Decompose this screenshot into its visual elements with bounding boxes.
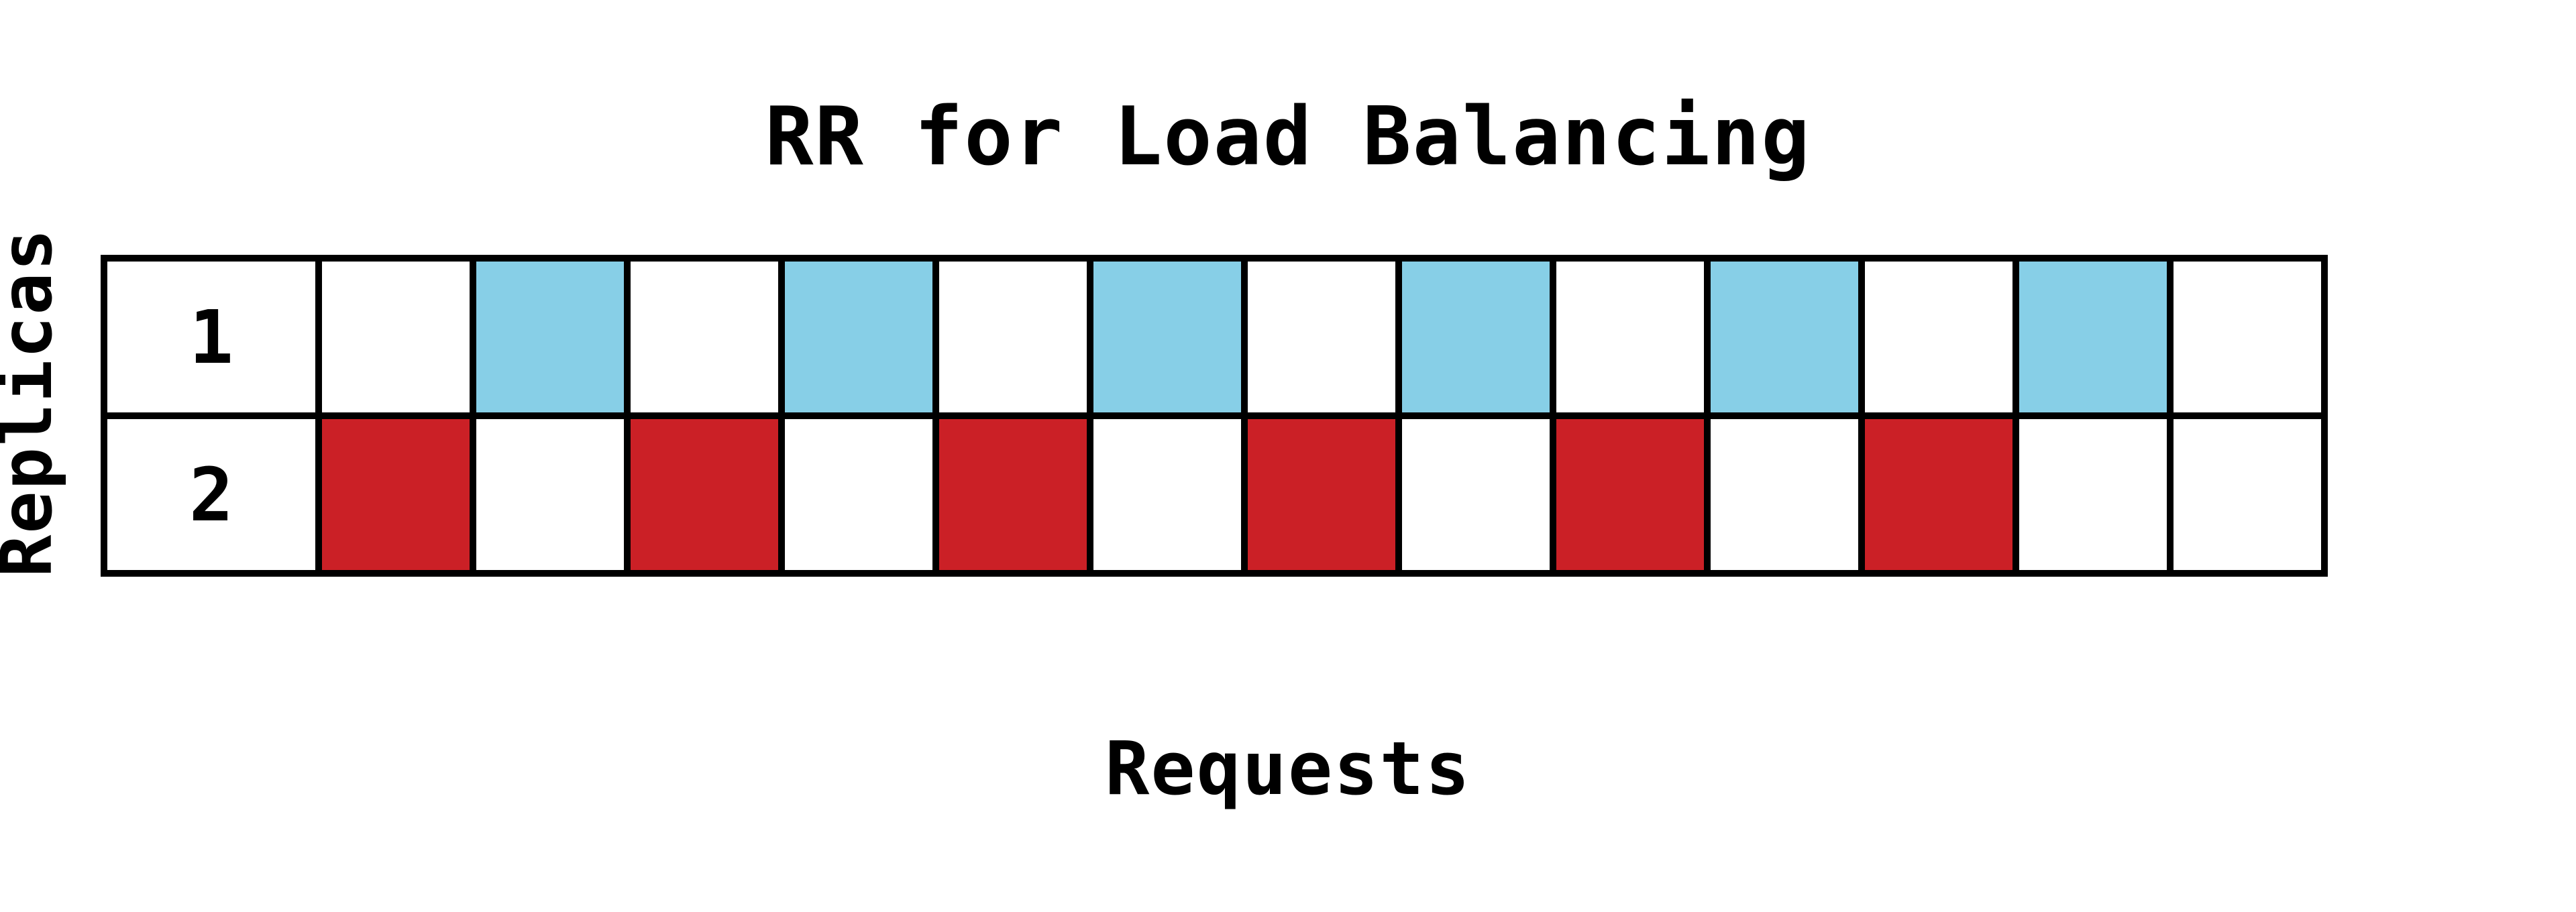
cell-r1-c9: [1553, 258, 1707, 416]
schedule-grid: 1 2: [101, 255, 2328, 577]
cell-r2-c3: [627, 416, 782, 573]
row-label-2: 2: [104, 416, 319, 573]
cell-r2-c10: [1707, 416, 1862, 573]
cell-r1-c5: [936, 258, 1090, 416]
cell-r1-c6: [1090, 258, 1244, 416]
cell-r2-c11: [1862, 416, 2016, 573]
cell-r2-c4: [782, 416, 936, 573]
x-axis-label: Requests: [1105, 726, 1471, 811]
diagram: RR for Load Balancing Requests Replicas …: [0, 0, 2576, 912]
cell-r1-c1: [319, 258, 473, 416]
cell-r1-c4: [782, 258, 936, 416]
cell-r2-c8: [1399, 416, 1553, 573]
cell-r2-c7: [1244, 416, 1399, 573]
row-label-1: 1: [104, 258, 319, 416]
y-axis-label: Replicas: [0, 227, 68, 577]
cell-r1-c7: [1244, 258, 1399, 416]
cell-r1-c12: [2016, 258, 2170, 416]
cell-r2-c12: [2016, 416, 2170, 573]
cell-r2-c1: [319, 416, 473, 573]
cell-r1-c8: [1399, 258, 1553, 416]
replica-row-1: 1: [104, 258, 2324, 416]
cell-r2-c13: [2170, 416, 2324, 573]
cell-r2-c6: [1090, 416, 1244, 573]
cell-r2-c9: [1553, 416, 1707, 573]
chart-title: RR for Load Balancing: [765, 91, 1811, 184]
cell-r1-c10: [1707, 258, 1862, 416]
cell-r1-c13: [2170, 258, 2324, 416]
replica-row-2: 2: [104, 416, 2324, 573]
cell-r1-c3: [627, 258, 782, 416]
cell-r2-c5: [936, 416, 1090, 573]
cell-r2-c2: [473, 416, 627, 573]
cell-r1-c2: [473, 258, 627, 416]
cell-r1-c11: [1862, 258, 2016, 416]
